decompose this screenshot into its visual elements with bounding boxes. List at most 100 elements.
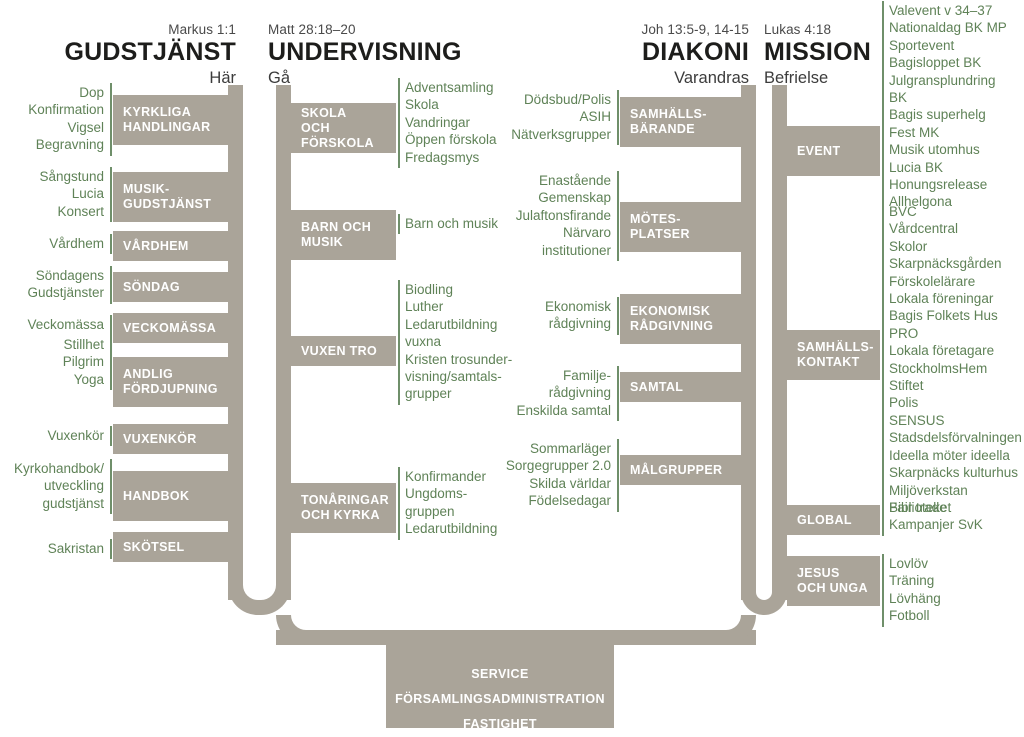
service-line: FASTIGHET [463, 717, 537, 731]
branch-rule-gudstjanst-3 [110, 266, 112, 304]
branch-gudstjanst-0[interactable]: KYRKLIGA HANDLINGAR [113, 95, 228, 145]
branch-label: SAMTAL [630, 379, 684, 394]
branch-items-gudstjanst-7: Kyrkohandbok/ utveckling gudstjänst [13, 461, 104, 511]
branch-label: SAMHÄLLS- KONTAKT [797, 340, 874, 369]
branch-items-diakoni-1: Enastående Gemenskap Julaftonsfirande Nä… [515, 173, 611, 258]
branch-items-mission-3: Lovlöv Träning Lövhäng Fotboll [889, 556, 941, 624]
diagram-canvas: Markus 1:1 GUDSTJÄNST Här KYRKLIGA HANDLING… [0, 0, 1024, 731]
branch-rule-undervisning-1 [398, 214, 400, 235]
branch-label: MÖTES- PLATSER [630, 212, 690, 241]
branch-label: KYRKLIGA HANDLINGAR [123, 105, 211, 134]
branch-label: EVENT [797, 143, 841, 158]
branch-undervisning-0[interactable]: SKOLA OCH FÖRSKOLA [291, 103, 396, 153]
branch-items-gudstjanst-5: Stillhet Pilgrim Yoga [62, 337, 104, 387]
branch-rule-diakoni-4 [617, 439, 619, 512]
branch-items-diakoni-2: Ekonomisk rådgivning [544, 299, 611, 332]
branch-undervisning-2[interactable]: VUXEN TRO [291, 336, 396, 366]
branch-diakoni-4[interactable]: MÅLGRUPPER [620, 455, 741, 485]
branch-rule-diakoni-3 [617, 366, 619, 422]
branch-items-mission-1: BVC Vårdcentral Skolor Skarpnäcksgården … [889, 204, 1022, 515]
branch-rule-mission-1 [882, 202, 884, 519]
branch-diakoni-3[interactable]: SAMTAL [620, 372, 741, 402]
column-title: GUDSTJÄNST [64, 38, 236, 66]
column-reference: Joh 13:5-9, 14-15 [641, 22, 749, 37]
branch-undervisning-1[interactable]: BARN OCH MUSIK [291, 210, 396, 260]
branch-diakoni-1[interactable]: MÖTES- PLATSER [620, 202, 741, 252]
trunk-uturn-left [228, 570, 291, 615]
branch-rule-gudstjanst-7 [110, 459, 112, 515]
branch-items-undervisning-3: Konfirmander Ungdoms- gruppen Ledarutbil… [405, 469, 498, 537]
branch-items-mission-0: Valevent v 34–37 Nationaldag BK MP Sport… [889, 3, 1007, 210]
branch-items-gudstjanst-4: Veckomässa [27, 317, 104, 332]
branch-rule-gudstjanst-4 [110, 315, 112, 336]
branch-rule-undervisning-2 [398, 280, 400, 405]
branch-gudstjanst-6[interactable]: VUXENKÖR [113, 424, 228, 454]
branch-mission-2[interactable]: GLOBAL [787, 505, 880, 535]
branch-mission-3[interactable]: JESUS OCH UNGA [787, 556, 880, 606]
trunk-spine-undervisning [276, 85, 291, 600]
column-heading-diakoni: Joh 13:5-9, 14-15 DIAKONI Varandras [380, 22, 749, 89]
branch-undervisning-3[interactable]: TONÅRINGAR OCH KYRKA [291, 483, 396, 533]
branch-items-diakoni-3: Familje- rådgivning Enskilda samtal [516, 368, 611, 418]
service-line: FÖRSAMLINGSADMINISTRATION [395, 692, 605, 706]
column-heading-gudstjanst: Markus 1:1 GUDSTJÄNST Här [0, 22, 236, 89]
branch-label: VÅRDHEM [123, 238, 189, 253]
branch-items-gudstjanst-6: Vuxenkör [47, 428, 104, 443]
branch-label: VUXENKÖR [123, 431, 197, 446]
branch-rule-gudstjanst-2 [110, 234, 112, 255]
trunk-spine-diakoni [741, 85, 756, 600]
column-subtitle: Varandras [674, 69, 749, 87]
branch-mission-1[interactable]: SAMHÄLLS- KONTAKT [787, 330, 880, 380]
branch-rule-mission-3 [882, 554, 884, 627]
branch-items-gudstjanst-2: Vårdhem [49, 236, 104, 251]
branch-rule-gudstjanst-0 [110, 83, 112, 156]
branch-label: MUSIK- GUDSTJÄNST [123, 182, 212, 211]
branch-items-diakoni-4: Sommarläger Sorgegrupper 2.0 Skilda värl… [505, 441, 611, 509]
service-block[interactable]: SERVICE FÖRSAMLINGSADMINISTRATION FASTIGHE… [386, 630, 614, 731]
branch-gudstjanst-2[interactable]: VÅRDHEM [113, 231, 228, 261]
trunk-spine-mission [772, 85, 787, 600]
branch-label: BARN OCH MUSIK [301, 220, 372, 249]
trunk-elbow-right [726, 615, 756, 645]
branch-label: VECKOMÄSSA [123, 320, 217, 335]
branch-label: GLOBAL [797, 512, 852, 527]
branch-gudstjanst-4[interactable]: VECKOMÄSSA [113, 313, 228, 343]
branch-rule-gudstjanst-5 [110, 335, 112, 391]
branch-gudstjanst-8[interactable]: SKÖTSEL [113, 532, 228, 562]
branch-items-gudstjanst-1: Sångstund Lucia Konsert [39, 169, 104, 219]
branch-gudstjanst-5[interactable]: ANDLIG FÖRDJUPNING [113, 357, 228, 407]
branch-label: SÖNDAG [123, 279, 180, 294]
branch-label: TONÅRINGAR OCH KYRKA [301, 493, 389, 522]
branch-label: EKONOMISK RÅDGIVNING [630, 304, 714, 333]
trunk-elbow-left [276, 615, 306, 645]
trunk-spine-gudstjanst [228, 85, 243, 600]
branch-items-gudstjanst-0: Dop Konfirmation Vigsel Begravning [28, 85, 104, 153]
branch-gudstjanst-7[interactable]: HANDBOK [113, 471, 228, 521]
branch-items-undervisning-2: Biodling Luther Ledarutbildning vuxna Kr… [405, 282, 513, 402]
branch-rule-undervisning-3 [398, 467, 400, 540]
branch-rule-undervisning-0 [398, 78, 400, 168]
branch-gudstjanst-1[interactable]: MUSIK- GUDSTJÄNST [113, 172, 228, 222]
branch-label: SKOLA OCH FÖRSKOLA [301, 105, 374, 150]
branch-diakoni-0[interactable]: SAMHÄLLS- BÄRANDE [620, 97, 741, 147]
branch-label: MÅLGRUPPER [630, 462, 723, 477]
branch-items-undervisning-1: Barn och musik [405, 216, 499, 231]
branch-rule-mission-0 [882, 1, 884, 213]
branch-rule-gudstjanst-1 [110, 167, 112, 223]
column-reference: Markus 1:1 [168, 22, 236, 37]
branch-items-diakoni-0: Dödsbud/Polis ASIH Nätverksgrupper [511, 92, 611, 142]
column-title: DIAKONI [642, 38, 749, 66]
branch-rule-diakoni-1 [617, 171, 619, 261]
branch-rule-mission-2 [882, 498, 884, 536]
branch-label: VUXEN TRO [301, 343, 378, 358]
branch-items-gudstjanst-8: Sakristan [47, 541, 104, 556]
branch-gudstjanst-3[interactable]: SÖNDAG [113, 272, 228, 302]
branch-label: JESUS OCH UNGA [797, 566, 868, 595]
branch-diakoni-2[interactable]: EKONOMISK RÅDGIVNING [620, 294, 741, 344]
branch-mission-0[interactable]: EVENT [787, 126, 880, 176]
branch-label: HANDBOK [123, 488, 190, 503]
branch-rule-diakoni-0 [617, 90, 619, 146]
branch-items-gudstjanst-3: Söndagens Gudstjänster [27, 268, 104, 301]
branch-rule-gudstjanst-8 [110, 539, 112, 560]
branch-items-undervisning-0: Adventsamling Skola Vandringar Öppen för… [405, 80, 497, 165]
